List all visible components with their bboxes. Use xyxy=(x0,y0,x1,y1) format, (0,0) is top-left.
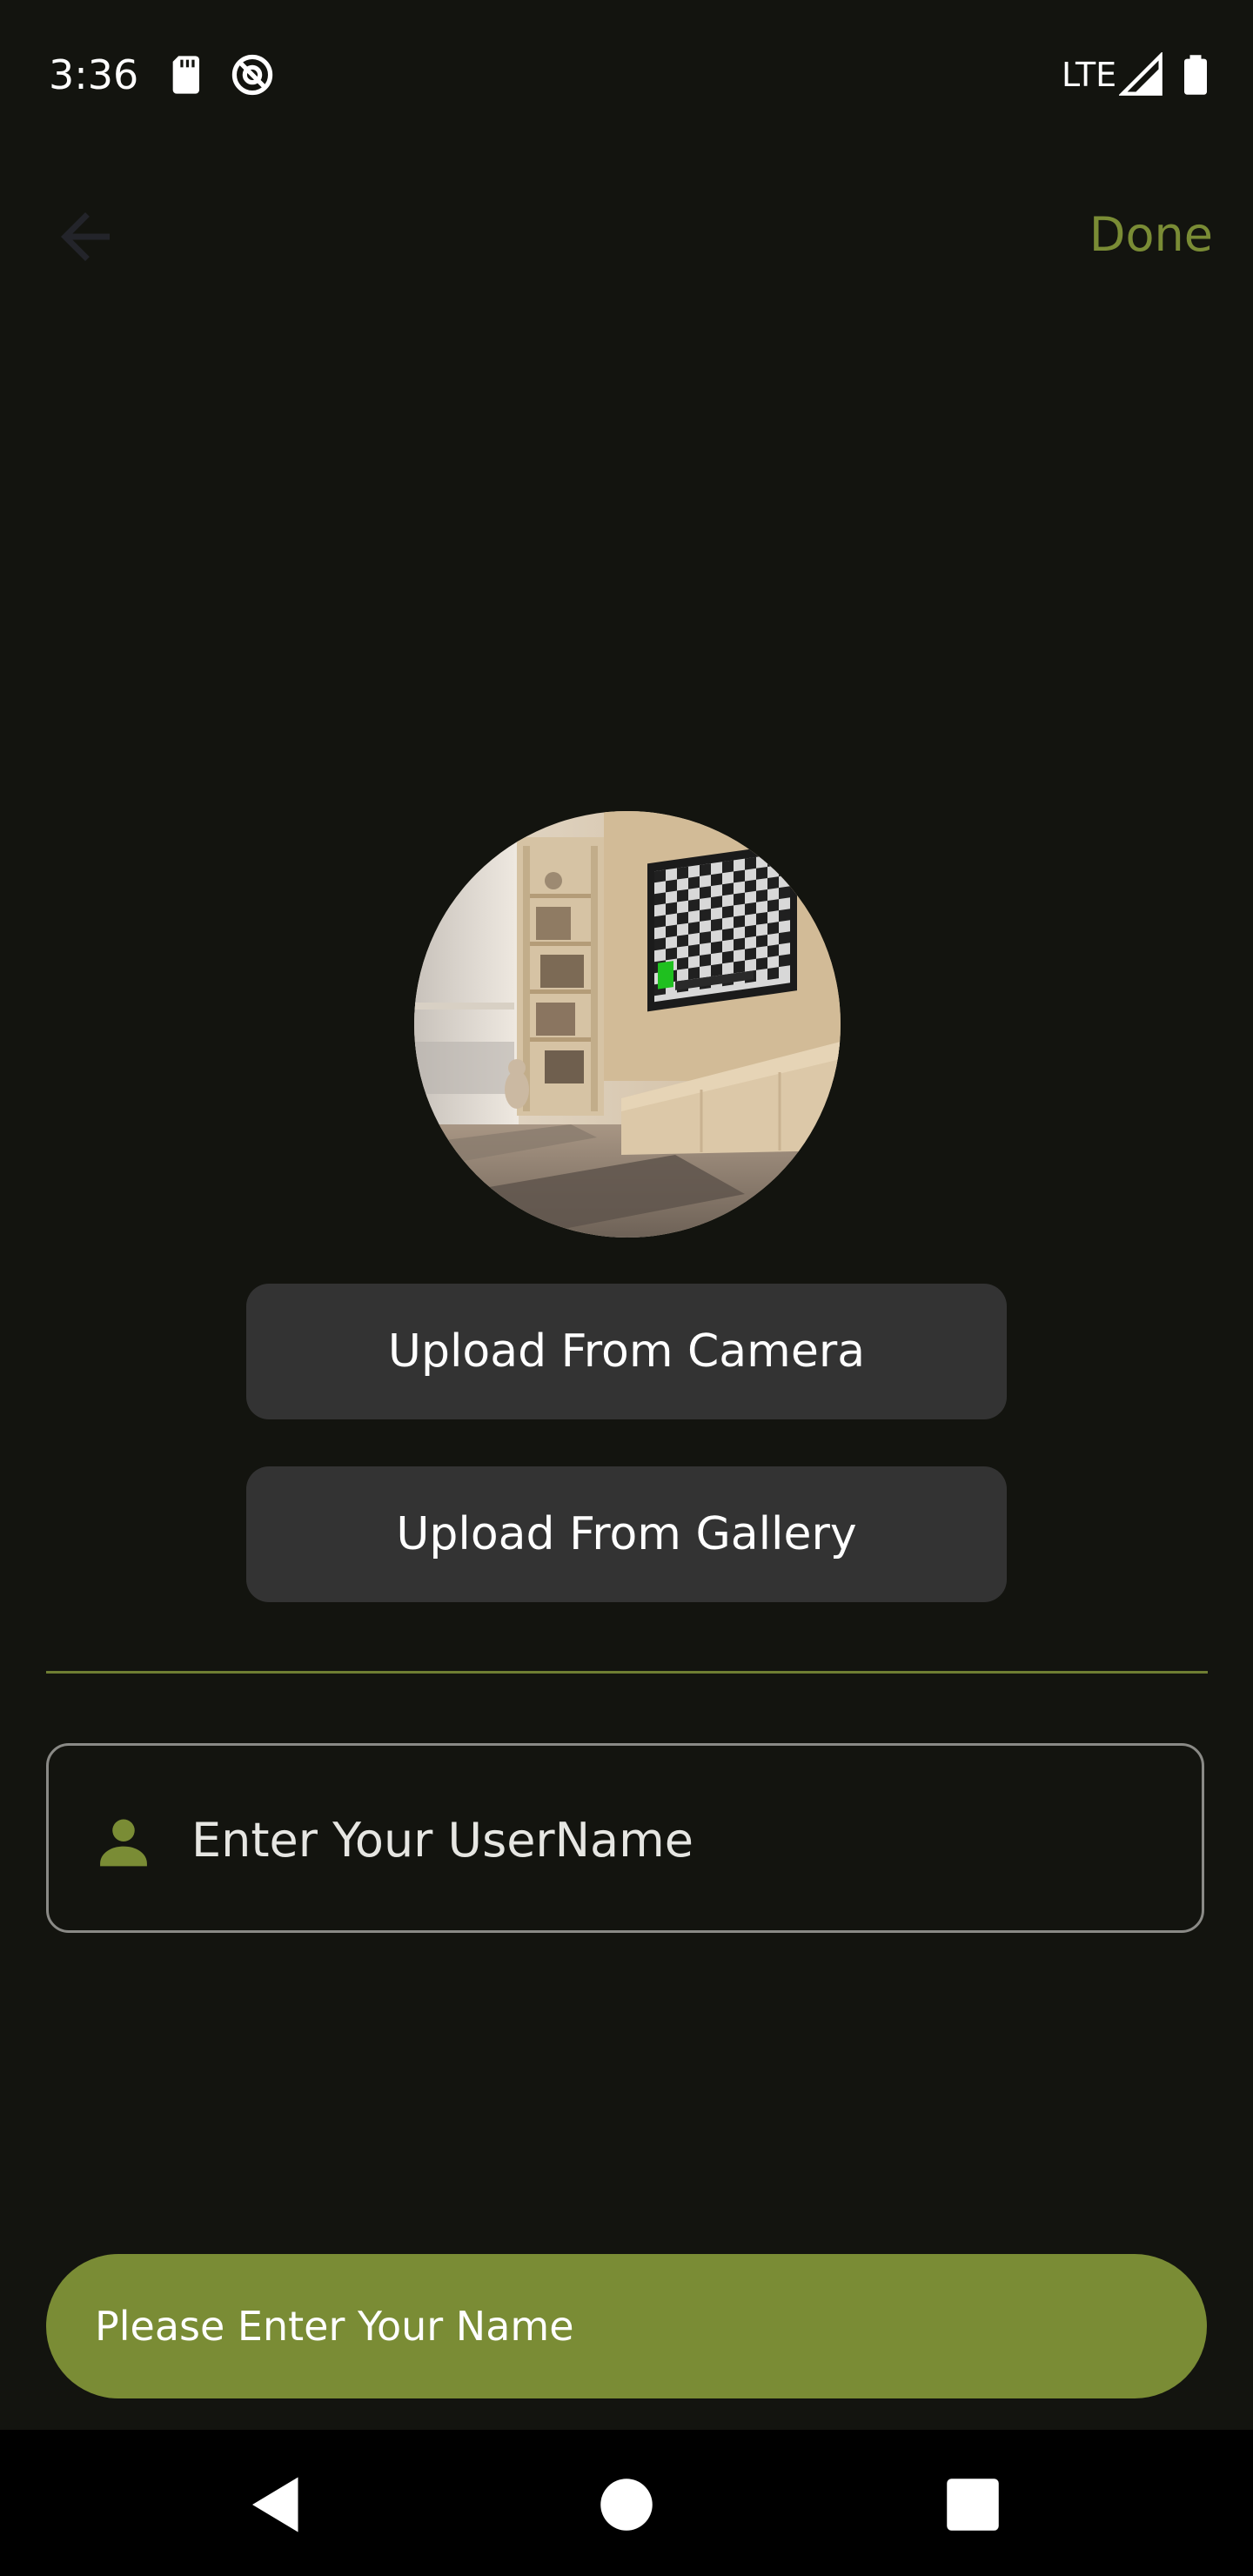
toast-text: Please Enter Your Name xyxy=(95,2303,574,2350)
battery-icon xyxy=(1184,55,1207,95)
status-time: 3:36 xyxy=(49,51,139,98)
avatar-illustration xyxy=(414,811,841,1238)
arrow-left-icon[interactable] xyxy=(49,200,122,273)
network-type: LTE xyxy=(1062,56,1117,94)
upload-camera-label: Upload From Camera xyxy=(387,1325,866,1378)
upload-camera-button[interactable]: Upload From Camera xyxy=(246,1284,1007,1419)
back-triangle-icon[interactable] xyxy=(240,2468,313,2541)
status-bar: 3:36 LTE xyxy=(0,0,1253,148)
profile-setup-screen: 3:36 LTE Done Upload From Camera Upload … xyxy=(0,0,1253,2576)
recents-square-icon[interactable] xyxy=(936,2468,1009,2541)
username-field[interactable] xyxy=(46,1743,1204,1933)
divider xyxy=(46,1671,1208,1674)
upload-gallery-button[interactable]: Upload From Gallery xyxy=(246,1466,1007,1602)
username-input[interactable] xyxy=(191,1789,1166,1890)
toast-message: Please Enter Your Name xyxy=(46,2254,1207,2398)
upload-gallery-label: Upload From Gallery xyxy=(396,1508,857,1560)
done-button[interactable]: Done xyxy=(1089,204,1213,266)
navigation-bar xyxy=(0,2430,1253,2576)
sd-card-icon xyxy=(172,56,199,94)
vpn-icon xyxy=(231,54,273,96)
person-icon xyxy=(100,1819,147,1867)
avatar-photo[interactable] xyxy=(414,811,841,1238)
signal-icon xyxy=(1119,52,1163,96)
home-circle-icon[interactable] xyxy=(590,2468,663,2541)
